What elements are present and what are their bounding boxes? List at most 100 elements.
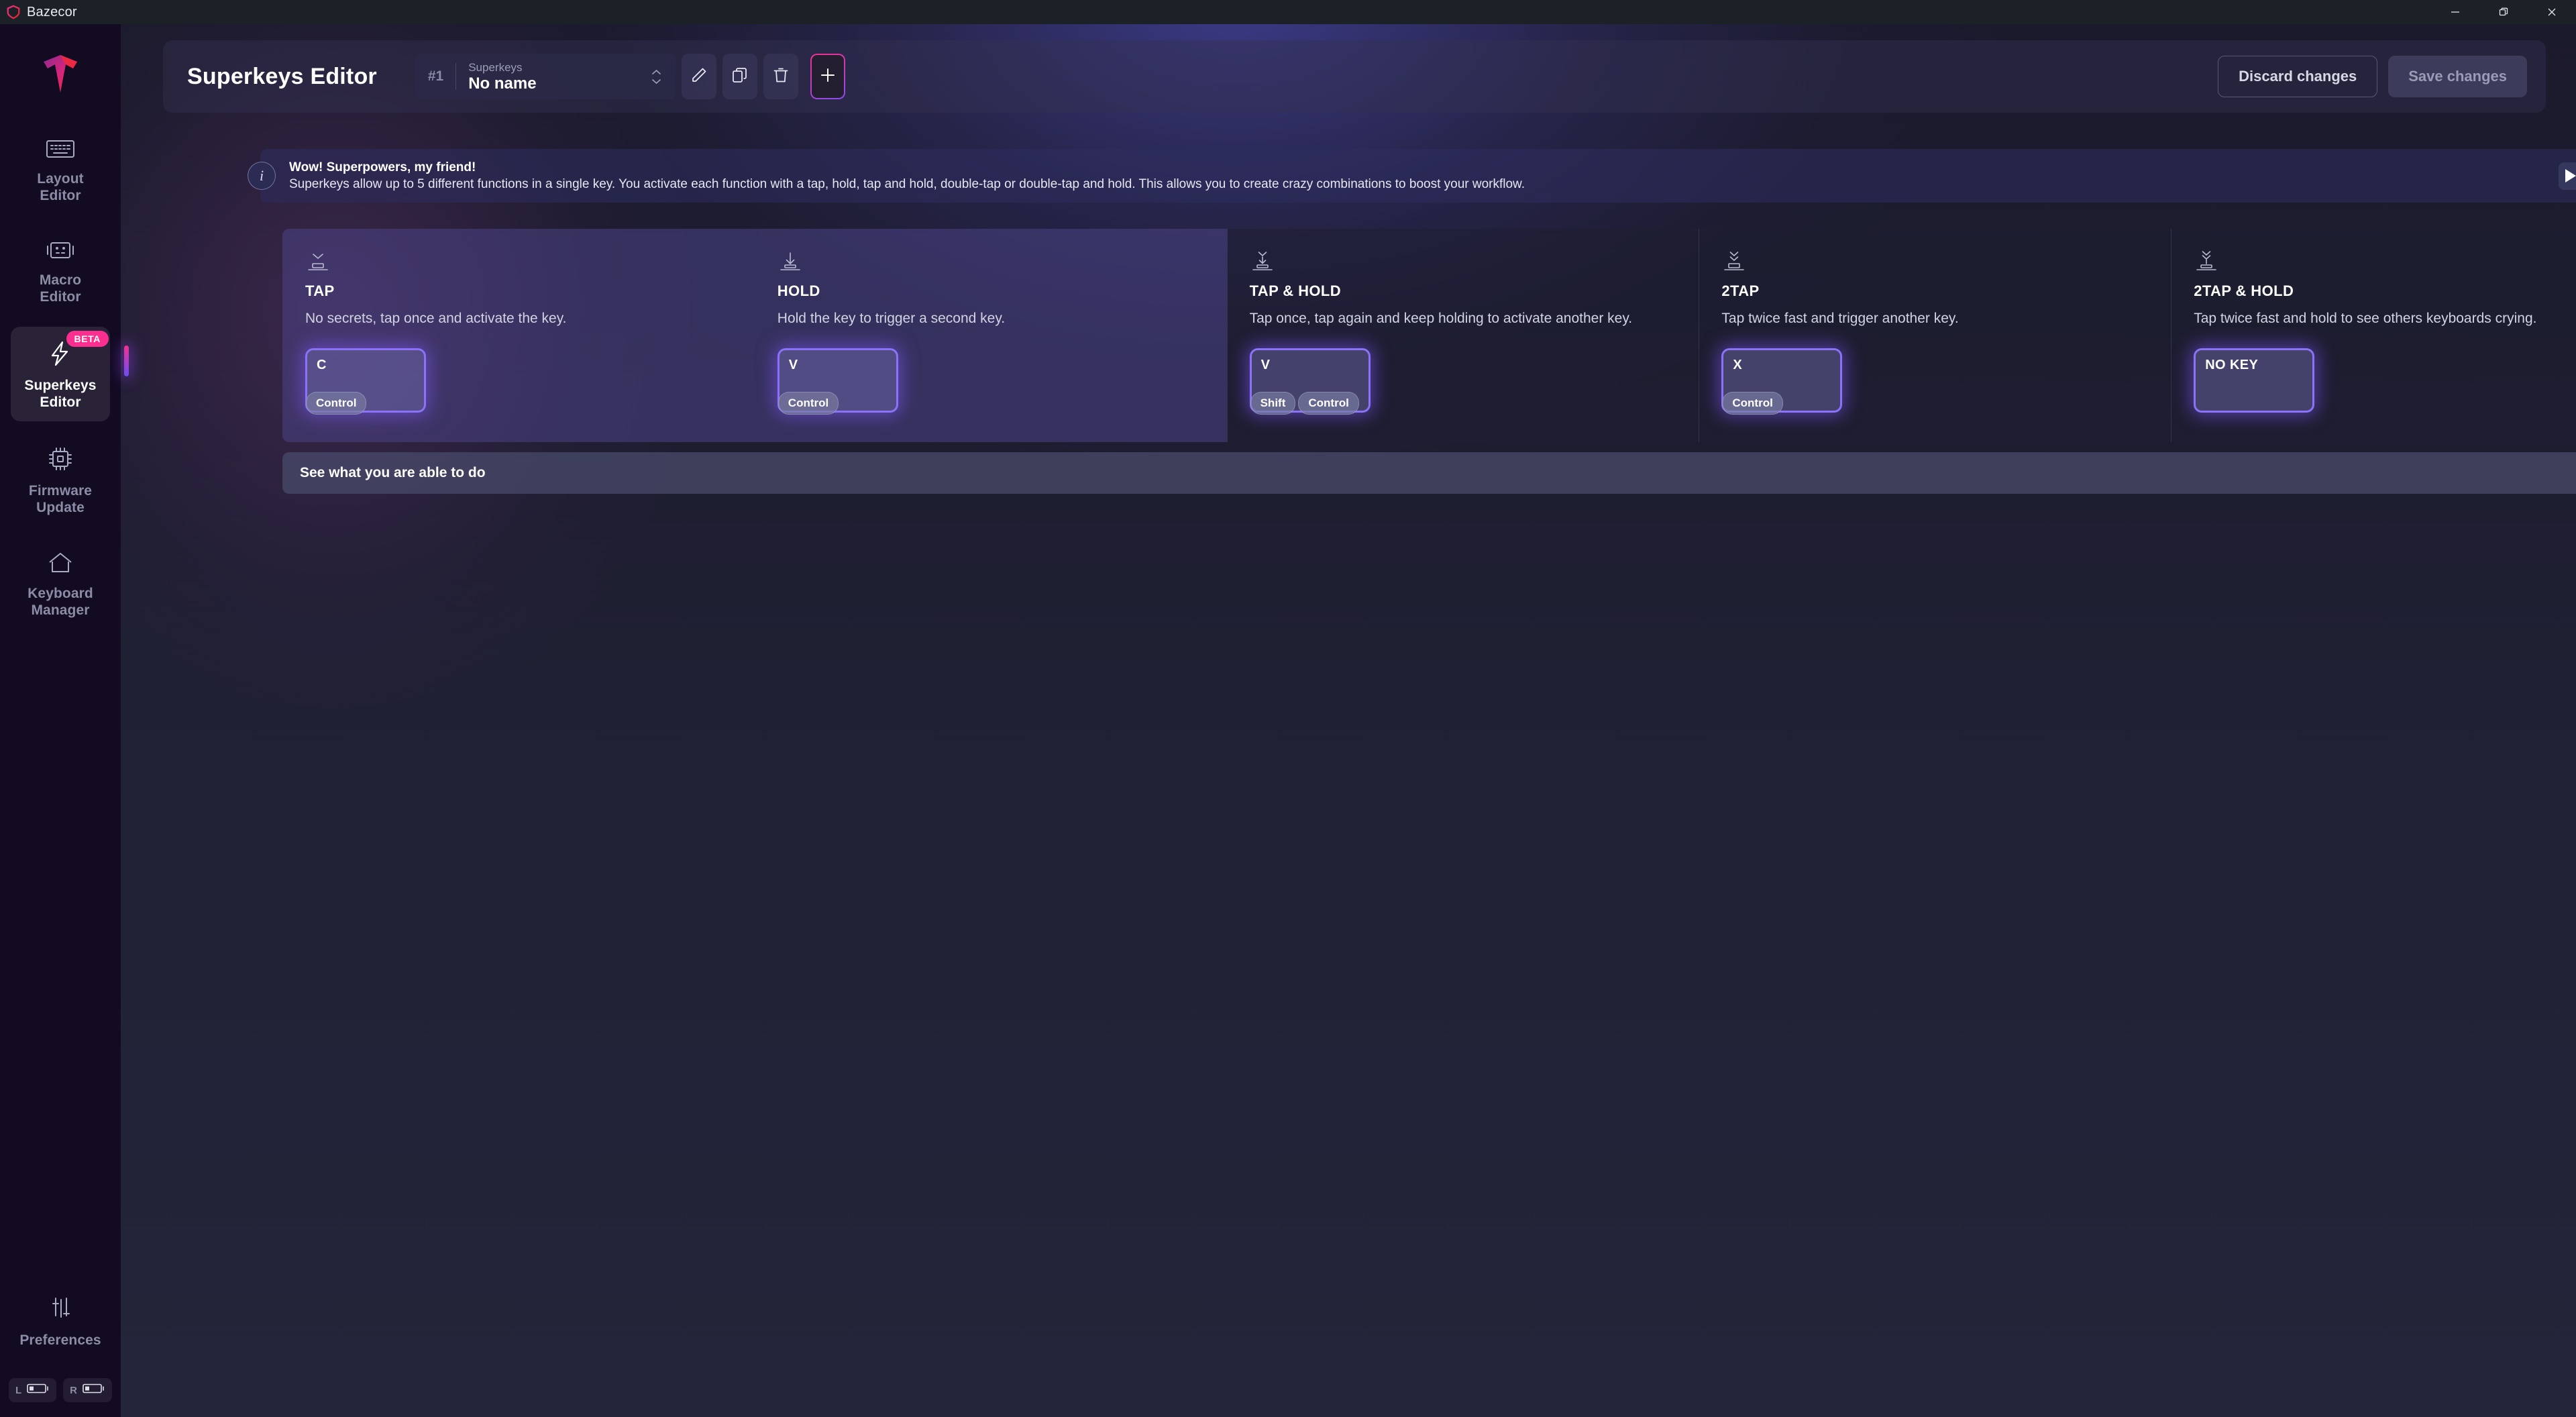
card-title: HOLD xyxy=(777,282,820,299)
superkey-card-2tap[interactable]: 2TAP Tap twice fast and trigger another … xyxy=(1699,229,2171,442)
key-slot-key: C xyxy=(317,358,327,372)
banner-headline: Wow! Superpowers, my friend! xyxy=(289,160,476,174)
sidebar-item-label: Firmware Update xyxy=(28,483,93,515)
superkey-index: #1 xyxy=(427,68,444,84)
battery-right[interactable]: R xyxy=(63,1378,112,1402)
sidebar-item-macro-editor[interactable]: Macro Editor xyxy=(11,225,110,316)
card-title: TAP xyxy=(305,282,335,299)
card-description: Tap once, tap again and keep holding to … xyxy=(1249,311,1633,326)
key-slot-modifiers: Control xyxy=(777,392,839,415)
superkey-name-group: Superkeys No name xyxy=(456,61,651,93)
sidebar-nav: Layout Editor Macro Editor BETA Superkey… xyxy=(0,124,129,640)
modifier-pill: Control xyxy=(1298,392,1359,415)
key-slot[interactable]: V Shift Control xyxy=(1249,348,1371,415)
page-title: Superkeys Editor xyxy=(187,63,377,89)
modifier-pill: Control xyxy=(777,392,839,415)
modifier-pill: Control xyxy=(1722,392,1783,415)
bazecor-logo-icon xyxy=(38,51,83,101)
battery-indicators: L R xyxy=(8,1378,112,1402)
key-slot-key: X xyxy=(1733,358,1743,372)
close-icon[interactable] xyxy=(2528,0,2576,24)
key-slot-modifiers: Shift Control xyxy=(1250,392,1359,415)
edit-superkey-button[interactable] xyxy=(682,54,717,99)
superkey-actions-row: TAP No secrets, tap once and activate th… xyxy=(282,229,2576,442)
save-changes-button[interactable]: Save changes xyxy=(2388,56,2527,97)
sidebar-item-label: Keyboard Manager xyxy=(28,586,93,618)
sidebar: Layout Editor Macro Editor BETA Superkey… xyxy=(0,24,129,1417)
battery-left-label: L xyxy=(15,1384,22,1396)
battery-right-label: R xyxy=(70,1384,77,1396)
battery-icon xyxy=(83,1383,105,1398)
main-content: Superkeys Editor #1 Superkeys No name Di… xyxy=(121,24,2576,1417)
battery-left[interactable]: L xyxy=(8,1378,57,1402)
key-slot-modifiers: Control xyxy=(306,392,367,415)
superkey-card-2tap-and-hold[interactable]: 2TAP & HOLD Tap twice fast and hold to s… xyxy=(2171,229,2576,442)
trash-icon xyxy=(772,66,790,87)
plus-icon xyxy=(819,66,837,87)
keyboard-icon xyxy=(46,138,75,164)
banner-body: Superkeys allow up to 5 different functi… xyxy=(289,176,1525,191)
hold-icon xyxy=(777,250,1204,276)
beta-badge: BETA xyxy=(66,331,109,347)
sidebar-item-label: Superkeys Editor xyxy=(24,378,97,410)
home-icon xyxy=(46,551,74,578)
discard-changes-button[interactable]: Discard changes xyxy=(2218,56,2378,97)
key-slot-key: V xyxy=(788,358,798,372)
card-title: 2TAP xyxy=(1721,282,1760,299)
restore-icon[interactable] xyxy=(2479,0,2528,24)
superkey-selector[interactable]: #1 Superkeys No name xyxy=(414,54,676,99)
key-slot-modifiers: Control xyxy=(1722,392,1783,415)
page-header: Superkeys Editor #1 Superkeys No name Di… xyxy=(163,40,2546,113)
key-slot-key: V xyxy=(1260,358,1271,372)
pencil-icon xyxy=(690,66,708,87)
sidebar-item-label: Preferences xyxy=(19,1332,101,1348)
tap-icon xyxy=(305,250,732,276)
two-tap-hold-icon xyxy=(2194,250,2576,276)
banner-video-button[interactable]: 5:34 xyxy=(2558,162,2576,190)
card-description: No secrets, tap once and activate the ke… xyxy=(305,311,567,326)
sidebar-bottom: Preferences L R xyxy=(0,1281,121,1417)
sliders-icon xyxy=(47,1295,74,1325)
tap-hold-icon xyxy=(1250,250,1676,276)
key-slot[interactable]: C Control xyxy=(305,348,426,415)
key-slot[interactable]: NO KEY xyxy=(2194,348,2315,413)
superkey-name-value: No name xyxy=(468,74,537,93)
key-slot[interactable]: V Control xyxy=(777,348,898,415)
banner-text: Wow! Superpowers, my friend! Superkeys a… xyxy=(289,160,1525,192)
card-description: Tap twice fast and hold to see others ke… xyxy=(2194,311,2537,326)
sidebar-item-keyboard-manager[interactable]: Keyboard Manager xyxy=(11,537,110,629)
window-titlebar: Bazecor xyxy=(0,0,2576,24)
chevron-updown-icon[interactable] xyxy=(651,69,672,85)
key-slot-key: NO KEY xyxy=(2205,358,2259,372)
info-banner: i Wow! Superpowers, my friend! Superkeys… xyxy=(248,149,2576,203)
sidebar-item-firmware-update[interactable]: Firmware Update xyxy=(11,432,110,527)
see-what-you-can-do-accordion[interactable]: See what you are able to do xyxy=(282,452,2576,494)
sidebar-item-label: Macro Editor xyxy=(39,272,82,305)
play-icon xyxy=(2565,169,2576,182)
superkey-card-tap-and-hold[interactable]: TAP & HOLD Tap once, tap again and keep … xyxy=(1226,229,1699,442)
sidebar-item-label: Layout Editor xyxy=(37,171,84,203)
superkey-card-tap[interactable]: TAP No secrets, tap once and activate th… xyxy=(282,229,755,442)
superkey-category-label: Superkeys xyxy=(468,60,523,74)
modifier-pill: Control xyxy=(306,392,367,415)
card-title: 2TAP & HOLD xyxy=(2194,282,2294,299)
clone-superkey-button[interactable] xyxy=(722,54,758,99)
sidebar-item-preferences[interactable]: Preferences xyxy=(11,1281,110,1359)
header-actions: Discard changes Save changes xyxy=(2218,56,2527,97)
robot-icon xyxy=(45,239,76,265)
superkey-card-hold[interactable]: HOLD Hold the key to trigger a second ke… xyxy=(754,229,1227,442)
key-slot[interactable]: X Control xyxy=(1721,348,1843,415)
sidebar-item-superkeys-editor[interactable]: BETA Superkeys Editor xyxy=(11,327,129,421)
card-description: Tap twice fast and trigger another key. xyxy=(1721,311,1959,326)
modifier-pill: Shift xyxy=(1250,392,1296,415)
battery-icon xyxy=(27,1383,50,1398)
copy-icon xyxy=(731,66,749,87)
sidebar-item-layout-editor[interactable]: Layout Editor xyxy=(11,124,110,215)
minimize-icon[interactable] xyxy=(2431,0,2479,24)
card-title: TAP & HOLD xyxy=(1249,282,1342,299)
add-superkey-button[interactable] xyxy=(810,54,845,99)
delete-superkey-button[interactable] xyxy=(763,54,799,99)
card-description: Hold the key to trigger a second key. xyxy=(777,311,1006,326)
app-logo-icon xyxy=(0,5,27,19)
info-icon: i xyxy=(248,162,276,190)
